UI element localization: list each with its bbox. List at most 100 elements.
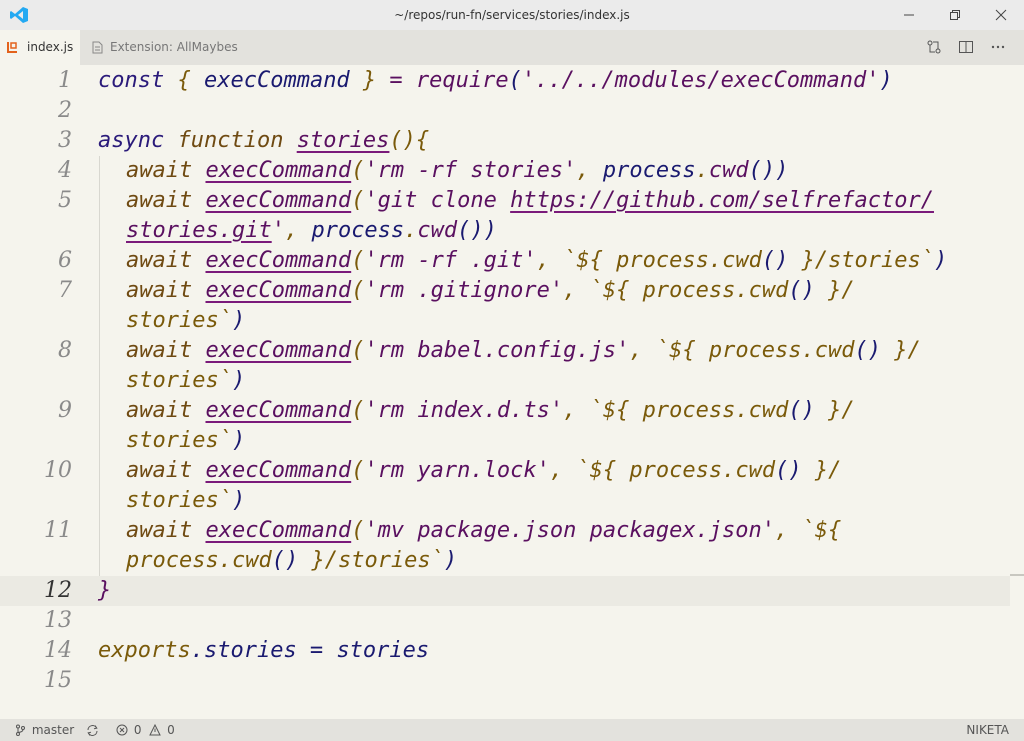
- document-icon: [92, 41, 103, 54]
- punctuation: (): [389, 128, 416, 153]
- template-literal: `${: [589, 278, 643, 303]
- string-literal: 'rm babel.config.js': [364, 338, 630, 363]
- punctuation: (: [351, 248, 365, 273]
- code-line-14: exports.stories = stories: [98, 636, 429, 666]
- punctuation: (): [761, 248, 789, 273]
- ellipsis-icon: [991, 45, 1005, 49]
- punctuation: .: [735, 398, 749, 423]
- punctuation: ,: [563, 398, 590, 423]
- punctuation: ,: [563, 278, 590, 303]
- punctuation: ()): [457, 218, 497, 243]
- restore-button[interactable]: [932, 0, 978, 30]
- string-literal: ': [271, 218, 285, 243]
- method-call: cwd: [748, 398, 789, 423]
- url-link[interactable]: stories.git: [126, 218, 272, 243]
- keyword-await: await: [126, 458, 206, 483]
- identifier: process: [629, 458, 723, 483]
- identifier: process: [126, 548, 219, 573]
- property: stories: [203, 638, 297, 663]
- code-line-8: await execCommand('rm babel.config.js', …: [126, 336, 921, 366]
- string-literal: 'git clone: [364, 188, 511, 213]
- operator: =: [296, 638, 337, 663]
- line-number: 8: [58, 338, 72, 363]
- status-user[interactable]: NIKETA: [966, 719, 1009, 741]
- identifier: process: [311, 218, 405, 243]
- code-line-9-wrap: stories`): [126, 426, 245, 456]
- function-call: execCommand: [205, 248, 352, 273]
- template-literal: `${: [589, 398, 643, 423]
- punctuation: ): [231, 368, 246, 393]
- current-line-highlight: [0, 576, 1010, 606]
- punctuation: ,: [775, 518, 802, 543]
- punctuation: (): [788, 278, 815, 303]
- problems-indicator[interactable]: 0 0: [116, 719, 175, 741]
- open-changes-button[interactable]: [926, 39, 942, 59]
- compare-changes-icon: [927, 40, 941, 54]
- function-require: require: [415, 68, 509, 93]
- template-literal: }/stories`: [788, 248, 935, 273]
- template-literal: `${: [801, 518, 842, 543]
- more-actions-button[interactable]: [990, 39, 1006, 59]
- keyword-await: await: [126, 278, 206, 303]
- line-number: 15: [44, 668, 72, 693]
- punctuation: ,: [576, 158, 603, 183]
- code-line-1: const { execCommand } = require('../../m…: [98, 66, 893, 96]
- string-literal: 'mv package.json packagex.json': [364, 518, 776, 543]
- function-name: stories: [296, 128, 390, 153]
- line-number: 13: [44, 608, 72, 633]
- minimize-icon: [904, 14, 914, 16]
- tab-bar: index.js Extension: AllMaybes: [0, 30, 1024, 65]
- punctuation: (: [351, 398, 365, 423]
- punctuation: (): [854, 338, 882, 363]
- function-call: execCommand: [205, 398, 352, 423]
- line-number: 14: [44, 638, 72, 663]
- line-number: 10: [44, 458, 72, 483]
- brace-open: {: [415, 128, 430, 153]
- brace-close: }: [98, 578, 112, 603]
- code-line-5: await execCommand('git clone https://git…: [126, 186, 934, 216]
- code-line-7: await execCommand('rm .gitignore', `${ p…: [126, 276, 855, 306]
- code-editor[interactable]: 1 2 3 4 5 6 7 8 9 10 11 12 13 14 15 cons…: [0, 65, 1024, 719]
- line-number: 11: [44, 518, 72, 543]
- code-line-8-wrap: stories`): [126, 366, 245, 396]
- error-count: 0: [133, 723, 142, 737]
- line-number: 3: [58, 128, 72, 153]
- template-literal: }/: [814, 398, 855, 423]
- line-number: 9: [58, 398, 72, 423]
- sync-button[interactable]: [86, 719, 99, 741]
- code-line-11-wrap: process.cwd() }/stories`): [126, 546, 457, 576]
- split-editor-button[interactable]: [958, 39, 974, 59]
- branch-indicator[interactable]: master: [15, 719, 74, 741]
- punctuation: ): [231, 308, 246, 333]
- keyword-await: await: [126, 248, 206, 273]
- close-icon: [995, 9, 1007, 21]
- identifier: process: [616, 248, 709, 273]
- string-literal: 'rm index.d.ts': [364, 398, 564, 423]
- close-window-button[interactable]: [978, 0, 1024, 30]
- punctuation: .: [190, 638, 204, 663]
- code-line-10-wrap: stories`): [126, 486, 245, 516]
- keyword-await: await: [126, 518, 206, 543]
- restore-icon: [950, 10, 960, 20]
- method-call: cwd: [735, 458, 776, 483]
- template-literal: stories`: [126, 428, 232, 453]
- tab-index-js[interactable]: index.js: [0, 30, 80, 65]
- keyword-await: await: [126, 338, 206, 363]
- method-call: cwd: [814, 338, 855, 363]
- code-line-6: await execCommand('rm -rf .git', `${ pro…: [126, 246, 947, 276]
- string-literal: '../../modules/execCommand': [521, 68, 880, 93]
- template-literal: stories`: [126, 368, 232, 393]
- punctuation: ,: [536, 248, 564, 273]
- error-icon: [116, 724, 128, 736]
- function-call: execCommand: [205, 188, 352, 213]
- branch-name: master: [31, 723, 75, 737]
- url-link[interactable]: https://github.com/selfrefactor/: [510, 188, 934, 213]
- tab-extension-allmaybes[interactable]: Extension: AllMaybes: [82, 30, 242, 65]
- code-line-4: await execCommand('rm -rf stories', proc…: [126, 156, 788, 186]
- warning-count: 0: [167, 723, 175, 737]
- punctuation: .: [404, 218, 418, 243]
- punctuation: ()): [748, 158, 789, 183]
- punctuation: ): [231, 428, 246, 453]
- minimize-button[interactable]: [886, 0, 932, 30]
- template-literal: `${: [576, 458, 630, 483]
